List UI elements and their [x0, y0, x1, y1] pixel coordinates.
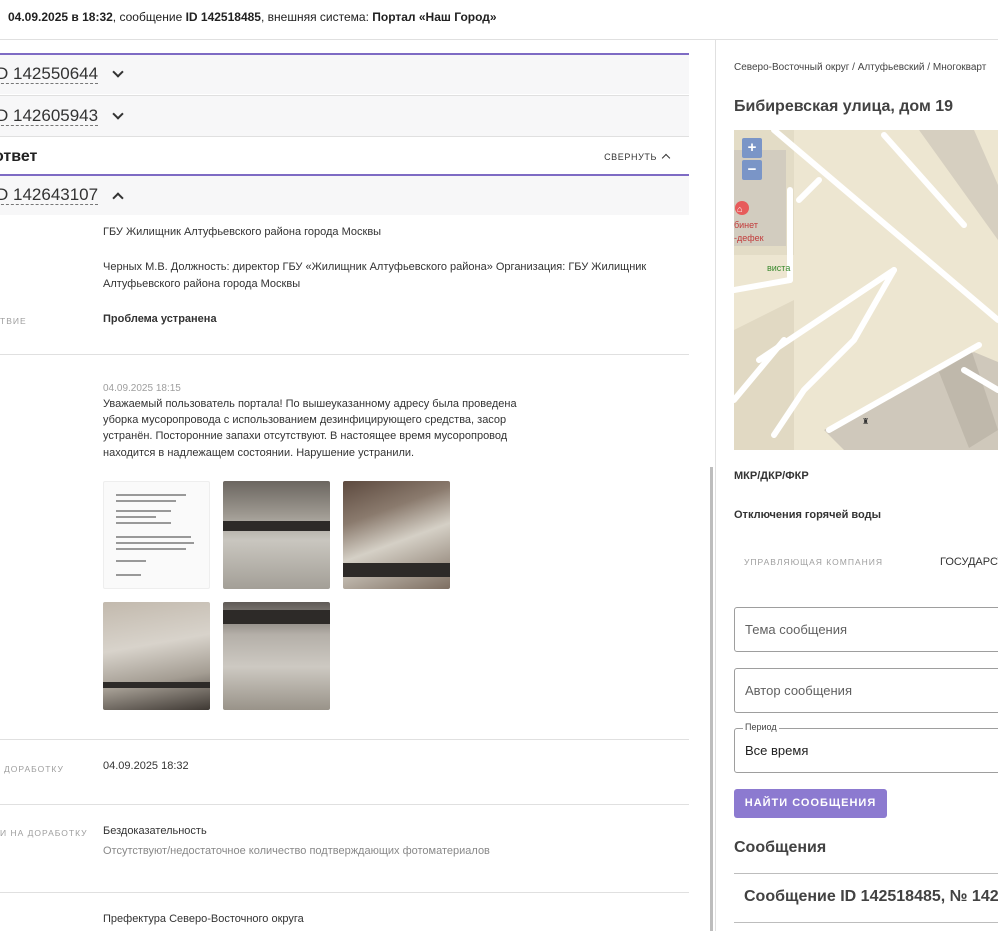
divider: [0, 892, 689, 893]
prefecture-value: Префектура Северо-Восточного округа: [103, 913, 304, 925]
chevron-down-icon[interactable]: [112, 66, 124, 78]
messages-title: Сообщения: [734, 839, 827, 856]
organization-value: ГБУ Жилищник Алтуфьевского района города…: [103, 226, 382, 238]
answer-section-header: ответ СВЕРНУТЬ: [0, 136, 689, 176]
topic-input[interactable]: Тема сообщения: [734, 607, 998, 652]
attachment-photo-thumbnail[interactable]: [103, 602, 210, 710]
left-pane-scrollbar[interactable]: [710, 467, 713, 931]
accordion-id-link[interactable]: D 142550644: [0, 65, 99, 84]
author-input[interactable]: Автор сообщения: [734, 668, 998, 713]
accordion-message-1[interactable]: D 142550644: [0, 53, 689, 94]
accordion-message-2[interactable]: D 142605943: [0, 95, 689, 136]
reply-text-line1: Уважаемый пользователь портала! По вышеу…: [103, 398, 517, 410]
map-poi-label: бинет: [734, 220, 758, 230]
reply-text-line4: находится в надлежащем состоянии. Наруше…: [103, 447, 415, 459]
rework-reason-label: И НА ДОРАБОТКУ: [0, 828, 88, 838]
rework-date-label: ДОРАБОТКУ: [4, 764, 64, 774]
reply-date: 04.09.2025 18:15: [103, 383, 181, 394]
status-value: Проблема устранена: [103, 313, 217, 325]
divider: [0, 739, 689, 740]
attachment-photo-thumbnail[interactable]: [343, 481, 450, 589]
answer-title: ответ: [0, 147, 38, 165]
management-company-value: ГОСУДАРСТ: [940, 556, 998, 568]
chevron-up-icon[interactable]: [112, 191, 124, 204]
map-canvas[interactable]: ⌂ бинет -дефек виста ♜: [734, 130, 998, 450]
divider: [0, 354, 689, 355]
chevron-up-icon[interactable]: [661, 153, 671, 163]
divider: [0, 804, 689, 805]
section-mkr: МКР/ДКР/ФКР: [734, 470, 809, 482]
responsible-person-line1: Черных М.В. Должность: директор ГБУ «Жил…: [103, 261, 647, 273]
attachment-document-thumbnail[interactable]: [103, 481, 210, 589]
header-text: , сообщение: [112, 10, 186, 24]
rework-reason-note: Отсутствуют/недостаточное количество под…: [103, 845, 490, 857]
reply-text-line3: устранён. Посторонние запахи отсутствуют…: [103, 430, 508, 442]
left-pane: D 142550644 D 142605943 ответ СВЕРНУТЬ D…: [0, 40, 716, 931]
message-card[interactable]: Сообщение ID 142518485, № 142: [734, 873, 998, 923]
topic-placeholder: Тема сообщения: [745, 622, 848, 637]
rework-date-value: 04.09.2025 18:32: [103, 760, 189, 772]
svg-text:⌂: ⌂: [737, 204, 742, 214]
rework-reason-value: Бездоказательность: [103, 825, 207, 837]
right-pane: Северо-Восточный округ / Алтуфьевский / …: [716, 40, 998, 931]
reply-text-line2: уборка мусоропровода с использованием де…: [103, 414, 507, 426]
period-label: Период: [743, 722, 779, 732]
chevron-down-icon[interactable]: [112, 107, 124, 120]
period-select[interactable]: Период Все время: [734, 722, 998, 773]
header-text: , внешняя система:: [260, 10, 373, 24]
section-hot-water: Отключения горячей воды: [734, 509, 881, 521]
zoom-out-button[interactable]: −: [742, 160, 762, 180]
author-placeholder: Автор сообщения: [745, 683, 852, 698]
map-view[interactable]: ⌂ бинет -дефек виста ♜ + −: [734, 130, 998, 450]
responsible-person-line2: Алтуфьевского района города Москвы: [103, 278, 301, 290]
find-messages-button[interactable]: НАЙТИ СООБЩЕНИЯ: [734, 789, 887, 818]
breadcrumb: Северо-Восточный округ / Алтуфьевский / …: [734, 62, 987, 73]
collapse-button[interactable]: СВЕРНУТЬ: [604, 152, 671, 163]
collapse-label[interactable]: СВЕРНУТЬ: [604, 152, 657, 162]
map-poi-green-label: виста: [767, 263, 790, 273]
building-address: Бибиревская улица, дом 19: [734, 98, 954, 115]
management-company-label: УПРАВЛЯЮЩАЯ КОМПАНИЯ: [744, 557, 884, 567]
attachment-photo-thumbnail[interactable]: [223, 481, 330, 589]
zoom-in-button[interactable]: +: [742, 138, 762, 158]
accordion-message-3[interactable]: D 142643107: [0, 174, 689, 215]
accordion-id-link[interactable]: D 142643107: [0, 186, 99, 205]
status-label: ТВИЕ: [0, 316, 27, 326]
period-value[interactable]: Все время: [745, 743, 808, 758]
svg-text:♜: ♜: [862, 417, 869, 426]
accordion-id-link[interactable]: D 142605943: [0, 106, 99, 126]
message-header: 04.09.2025 в 18:32, сообщение ID 1425184…: [0, 0, 998, 40]
map-poi-label: -дефек: [734, 233, 764, 243]
header-message-id: ID 142518485: [185, 10, 261, 24]
header-date: 04.09.2025 в 18:32: [8, 10, 113, 24]
attachment-photo-thumbnail[interactable]: [223, 602, 330, 710]
header-system: Портал «Наш Город»: [372, 10, 497, 24]
